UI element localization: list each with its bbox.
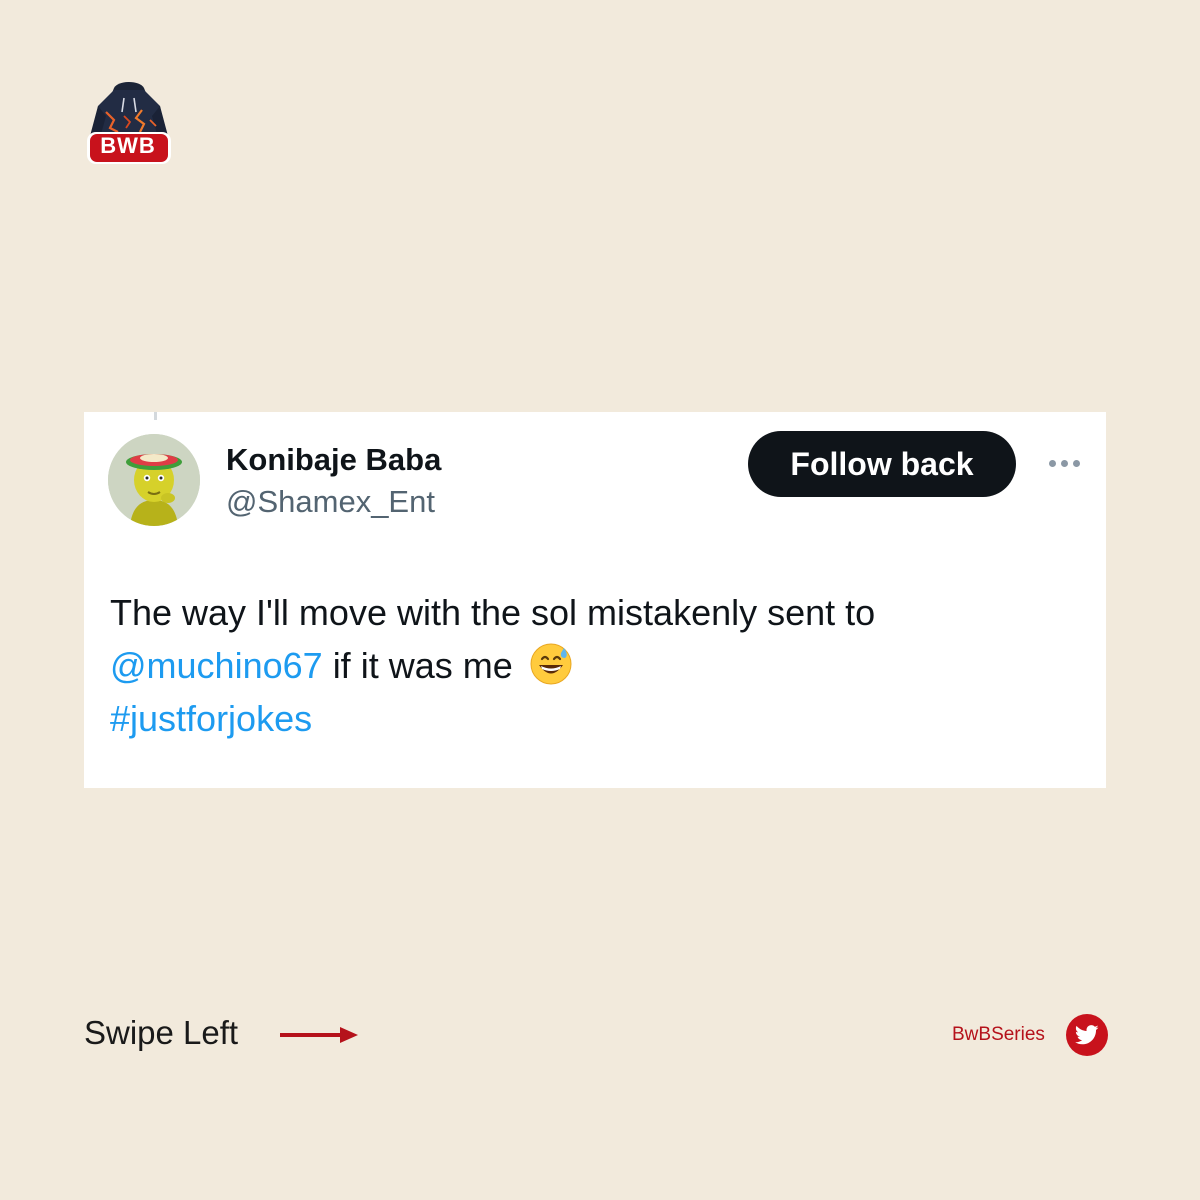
user-handle[interactable]: @Shamex_Ent [226, 484, 435, 520]
brand-logo: BWB [84, 76, 176, 168]
grinning-sweat-emoji-icon [530, 643, 572, 685]
account-name[interactable]: BwBSeries [952, 1024, 1045, 1046]
tweet-text: The way I'll move with the sol mistakenl… [110, 586, 1070, 745]
more-options-button[interactable] [1040, 450, 1088, 476]
more-horizontal-icon-dot [1060, 459, 1068, 467]
tweet-card[interactable]: Konibaje Baba @Shamex_Ent Follow back Th… [84, 412, 1106, 788]
mention-link[interactable]: @muchino67 [110, 645, 323, 686]
tweet-text-part: if it was me [332, 645, 513, 686]
more-horizontal-icon-dot [1072, 459, 1080, 467]
brand-logo-text: BWB [100, 133, 156, 158]
tweet-text-part: The way I'll move with the sol mistakenl… [110, 592, 876, 633]
arrow-right-icon [280, 1027, 358, 1043]
more-horizontal-icon [1048, 459, 1056, 467]
hashtag-link[interactable]: #justforjokes [110, 698, 312, 739]
avatar-image [108, 434, 200, 526]
swipe-left-label: Swipe Left [84, 1014, 239, 1051]
thread-connector [154, 412, 157, 420]
avatar[interactable] [108, 434, 200, 526]
twitter-bird-icon[interactable] [1066, 1014, 1108, 1056]
display-name[interactable]: Konibaje Baba [226, 442, 441, 478]
follow-back-button[interactable]: Follow back [748, 431, 1016, 497]
twitter-bird-glyph [1075, 1025, 1099, 1045]
